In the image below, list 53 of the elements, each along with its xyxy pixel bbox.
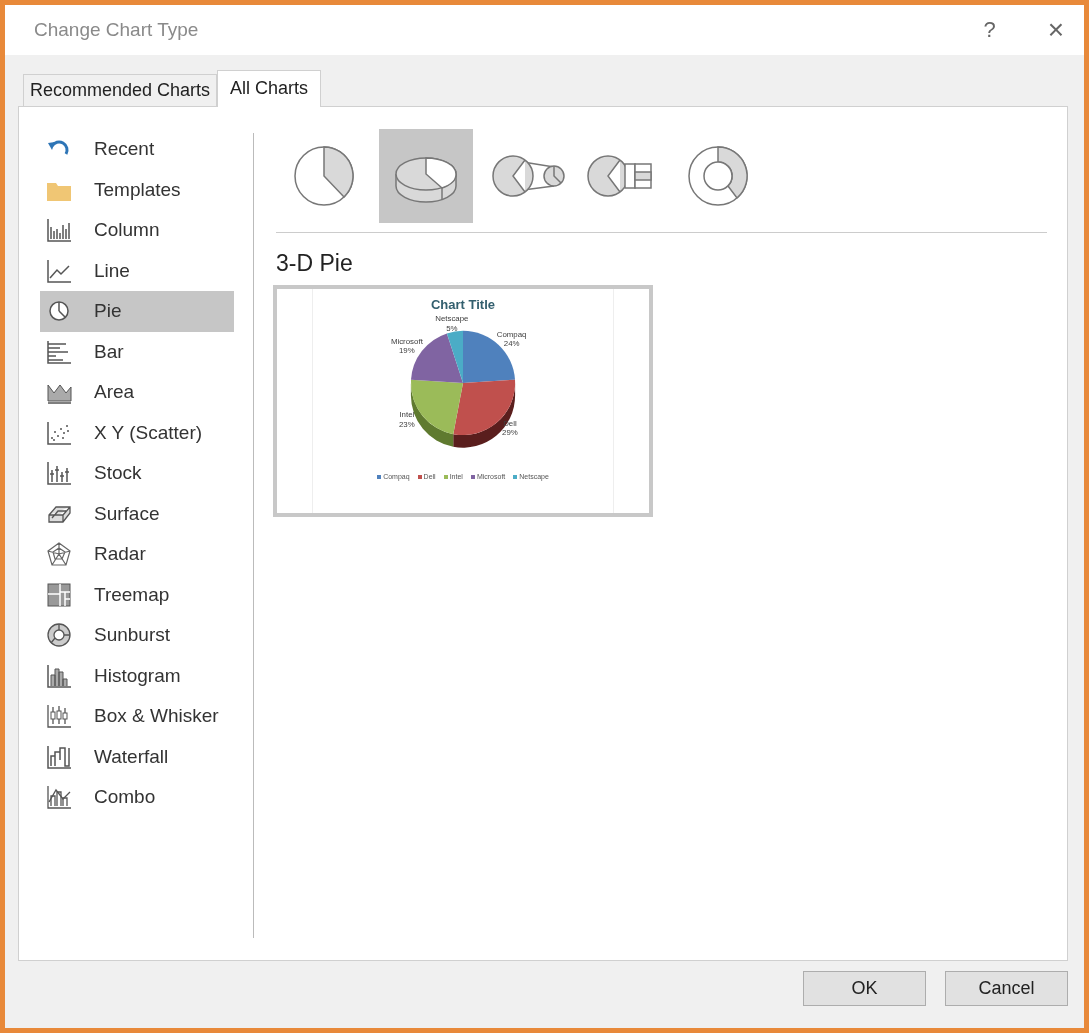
tab[interactable]: Recommended Charts	[23, 74, 218, 106]
help-button[interactable]: ?	[977, 16, 1002, 44]
scatter-chart-icon	[46, 419, 72, 446]
chart-type-item[interactable]: Sunburst	[40, 615, 234, 656]
dialog-button[interactable]: Cancel	[945, 971, 1068, 1006]
doughnut-chart-icon	[688, 146, 748, 206]
chart-title: Chart Title	[430, 296, 496, 314]
chart-type-item[interactable]: Surface	[40, 493, 234, 534]
chart-type-item[interactable]: Area	[40, 372, 234, 413]
close-button[interactable]: ×	[1041, 13, 1070, 47]
window-title: Change Chart Type	[34, 19, 200, 41]
sunburst-chart-icon	[46, 622, 72, 649]
category-label: Microsoft	[390, 336, 423, 346]
chart-type-item[interactable]: Recent	[40, 129, 234, 170]
radar-chart-icon	[46, 541, 72, 568]
chart-type-item[interactable]: Line	[40, 250, 234, 291]
bar-chart-icon	[46, 338, 72, 365]
chart-type-item[interactable]: Stock	[40, 453, 234, 494]
chart-type-item[interactable]: Histogram	[40, 655, 234, 696]
dialog-button[interactable]: OK	[803, 971, 926, 1006]
combo-chart-icon	[46, 784, 72, 811]
value-label: 19%	[398, 346, 415, 356]
chart-type-item[interactable]: Radar	[40, 534, 234, 575]
chart-type-item[interactable]: Pie	[40, 291, 234, 332]
column-chart-icon	[46, 217, 72, 244]
tab[interactable]: All Charts	[217, 70, 322, 107]
pie-chart-icon	[294, 146, 354, 206]
chart-type-item[interactable]: Box & Whisker	[40, 696, 234, 737]
boxwhisker-chart-icon	[46, 703, 72, 730]
chart-type-item[interactable]: Waterfall	[40, 736, 234, 777]
chart-type-item[interactable]: Column	[40, 210, 234, 251]
chart-subtype-option[interactable]	[379, 129, 473, 223]
pie-of-pie-chart-icon	[492, 155, 565, 197]
histogram-chart-icon	[46, 662, 72, 689]
treemap-chart-icon	[46, 581, 72, 608]
waterfall-chart-icon	[46, 743, 72, 770]
value-label: 23%	[398, 419, 415, 429]
category-label: Compaq	[496, 329, 527, 339]
value-label: 24%	[503, 339, 520, 349]
line-chart-icon	[46, 257, 72, 284]
value-label: 29%	[502, 428, 518, 438]
value-label: 5%	[446, 323, 458, 333]
chart-type-item[interactable]: Bar	[40, 331, 234, 372]
chart-type-item[interactable]: X Y (Scatter)	[40, 412, 234, 453]
chart-subtype-title: 3-D Pie	[276, 250, 354, 277]
chart-type-item[interactable]: Templates	[40, 169, 234, 210]
chart-type-item[interactable]: Combo	[40, 777, 234, 818]
bar-of-pie-chart-icon	[587, 155, 652, 197]
category-label: Intel	[399, 410, 415, 420]
chart-type-item[interactable]: Treemap	[40, 574, 234, 615]
stock-chart-icon	[46, 460, 72, 487]
3d-pie-chart-icon	[395, 157, 457, 203]
category-label: Netscape	[435, 315, 469, 324]
